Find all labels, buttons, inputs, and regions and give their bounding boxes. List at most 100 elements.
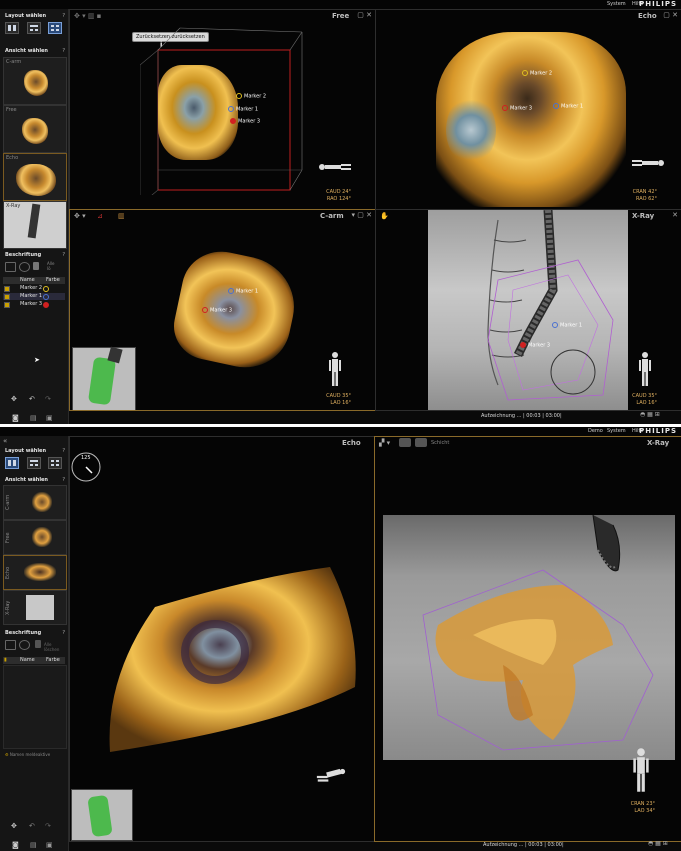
marker-label: Marker 3: [520, 342, 550, 349]
rect-select-icon[interactable]: [5, 640, 16, 650]
thumb-x-ray[interactable]: X-Ray: [3, 201, 67, 249]
marker-label: Marker 2: [522, 70, 552, 77]
status-tray-icons[interactable]: ◓ ▦ ⊞: [648, 840, 668, 847]
collapse-icon[interactable]: «: [3, 437, 7, 445]
export-icon[interactable]: ▤: [30, 841, 37, 849]
help-icon[interactable]: ?: [62, 630, 65, 636]
annotation-heading: Beschriftung: [5, 630, 42, 636]
undo-icon[interactable]: ↶: [29, 822, 35, 830]
patient-orientation-figure: [319, 164, 351, 170]
marker-row[interactable]: Marker 1: [3, 293, 65, 300]
status-tray-icons[interactable]: ◓ ▦ ⊞: [640, 411, 660, 418]
mini-xray-thumbnail[interactable]: [71, 789, 133, 841]
dial-value: 125: [81, 455, 91, 461]
camera-icon[interactable]: ◙: [12, 841, 19, 849]
thumb-free[interactable]: Free: [3, 105, 67, 153]
layout-1x2-button[interactable]: [5, 457, 19, 469]
marker-table-header: ▮ Name Farbe: [3, 657, 65, 664]
marker-label: Marker 3: [202, 307, 232, 314]
viewport-x-ray[interactable]: ▞ ▾ Schicht X-Ray CRAN 23° LAO 34°: [374, 436, 681, 842]
top-menu-bar: System Hilfe PHILIPS: [0, 0, 681, 9]
patient-orientation-figure: [639, 352, 651, 386]
top-menu-bar: Demo System Hilfe PHILIPS: [0, 427, 681, 436]
cloud-icon[interactable]: [399, 438, 411, 447]
help-icon[interactable]: ?: [62, 448, 65, 454]
recording-status: Aufzeichnung ... | 00:03 | 03:00|: [483, 842, 564, 848]
rect-select-icon[interactable]: [5, 262, 16, 272]
marker-label: Marker 1: [553, 103, 583, 110]
layout-1x2-button[interactable]: [5, 22, 19, 34]
save-icon[interactable]: ▣: [46, 841, 53, 849]
ellipse-select-icon[interactable]: [19, 262, 30, 272]
brand-logo: PHILIPS: [639, 0, 677, 8]
viewport-echo[interactable]: Echo ▢ ✕ Marker 2 Marker 3 Marker 1 CRAN…: [375, 9, 681, 210]
orientation-readout: CRAN 42° RAO 62°: [632, 189, 657, 202]
move-tool-icon[interactable]: ✥ ▾: [74, 212, 86, 220]
viewport-title: Free: [332, 12, 350, 20]
view-heading: Ansicht wählen: [5, 48, 48, 54]
layout-2x2-button[interactable]: [48, 457, 62, 469]
viewport-x-ray[interactable]: ✋ X-Ray ✕ Marker 1 Marker 3 CAUD 35° LAO …: [375, 209, 681, 411]
help-icon[interactable]: ?: [62, 477, 65, 483]
save-icon[interactable]: ▣: [46, 414, 53, 422]
redo-icon[interactable]: ↷: [45, 822, 51, 830]
echo-volume: [167, 244, 304, 376]
move-icon[interactable]: ✥: [11, 822, 17, 830]
patient-orientation-figure: [633, 748, 649, 792]
layout-tool-icon[interactable]: ▞ ▾: [379, 439, 390, 447]
trash-icon[interactable]: [35, 640, 41, 648]
marker-row[interactable]: Marker 3: [3, 301, 65, 308]
thumb-echo[interactable]: Echo: [3, 153, 67, 201]
thumb-c-arm[interactable]: C-arm: [3, 485, 67, 520]
patient-orientation-figure: [329, 352, 341, 386]
layout-1x3-button[interactable]: [27, 457, 41, 469]
marker-label: Marker 2: [236, 93, 266, 100]
camera-icon[interactable]: ◙: [12, 414, 19, 422]
orientation-readout: CAUD 35° LAO 16°: [326, 393, 351, 406]
ruler-icon[interactable]: ⊿: [97, 212, 103, 220]
echo-volume: [109, 567, 356, 752]
menu-system[interactable]: System: [607, 428, 626, 434]
help-icon[interactable]: ?: [62, 13, 65, 19]
layout-heading: Layout wählen: [5, 13, 47, 19]
move-tool-icon[interactable]: ✥ ▾ ▥ ▪: [74, 12, 101, 20]
viewport-controls[interactable]: ▢ ✕: [357, 11, 372, 19]
echo-volume: [158, 65, 238, 160]
redo-icon[interactable]: ↷: [45, 395, 51, 403]
export-icon[interactable]: ▤: [30, 414, 37, 422]
annotation-heading: Beschriftung: [5, 252, 42, 258]
brand-logo: PHILIPS: [639, 427, 677, 435]
thumb-x-ray[interactable]: X-Ray: [3, 590, 67, 625]
menu-demo[interactable]: Demo: [588, 428, 603, 434]
marker-row[interactable]: Marker 2: [3, 285, 65, 292]
undo-icon[interactable]: ↶: [29, 395, 35, 403]
viewport-controls[interactable]: ▢ ✕: [663, 11, 678, 19]
marker-label: Marker 3: [502, 105, 532, 112]
ellipse-select-icon[interactable]: [19, 640, 30, 650]
viewport-echo[interactable]: Echo 125: [69, 436, 375, 842]
hand-tool-icon[interactable]: ✋: [380, 212, 389, 220]
view-heading: Ansicht wählen: [5, 477, 48, 483]
layout-2x2-button[interactable]: [48, 22, 62, 34]
orientation-readout: CAUD 35° LAO 16°: [632, 393, 657, 406]
viewport-free[interactable]: ✥ ▾ ▥ ▪ Free ▢ ✕ Zurücksetzen zurücksetz…: [69, 9, 376, 210]
mini-xray-thumbnail[interactable]: [72, 346, 136, 410]
thumb-c-arm[interactable]: C-arm: [3, 57, 67, 105]
layers-icon[interactable]: ▥: [118, 212, 125, 220]
viewport-c-arm[interactable]: ✥ ▾ ⊿ ▥ C-arm ▾ ▢ ✕ Marker 1 Marker 3 CA…: [69, 209, 376, 411]
thumb-free[interactable]: Free: [3, 520, 67, 555]
help-icon[interactable]: ?: [62, 48, 65, 54]
trash-icon[interactable]: [33, 262, 39, 270]
thumb-echo[interactable]: Echo: [3, 555, 67, 590]
layer-icon[interactable]: [415, 438, 427, 447]
move-icon[interactable]: ✥: [11, 395, 17, 403]
viewport-controls[interactable]: ✕: [672, 211, 678, 219]
viewport-controls[interactable]: ▾ ▢ ✕: [352, 211, 372, 219]
layout-1x3-button[interactable]: [27, 22, 41, 34]
help-icon[interactable]: ?: [62, 252, 65, 258]
patient-orientation-figure: [316, 768, 346, 782]
screenshot-top: System Hilfe PHILIPS Layout wählen ? Ans…: [0, 0, 681, 424]
menu-system[interactable]: System: [607, 1, 626, 7]
slice-tab[interactable]: Schicht: [431, 440, 449, 446]
recording-status: Aufzeichnung ... | 00:03 | 03:00|: [481, 413, 562, 419]
